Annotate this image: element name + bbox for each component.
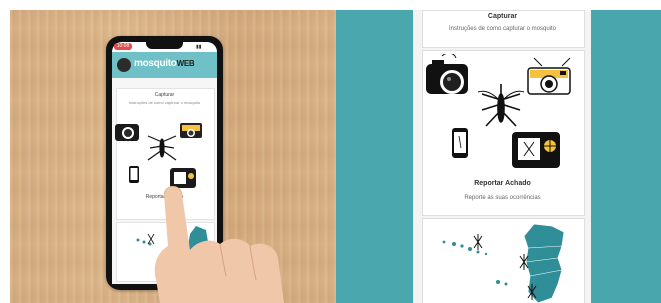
polaroid-camera-icon	[527, 57, 571, 95]
frame-border-top	[0, 0, 661, 10]
app-logo-text: mosquitoWEB	[134, 58, 195, 69]
finger-pointing	[154, 186, 284, 303]
capture-card-subtitle: Instruções de como capturar o mosquito	[448, 26, 557, 32]
smartphone-icon	[129, 166, 139, 183]
smartphone-icon	[452, 128, 468, 158]
frame-border-left	[0, 0, 10, 303]
camera-screen-icon	[512, 132, 560, 168]
portugal-map-icon	[523, 223, 565, 303]
mosquito-icon	[477, 84, 525, 127]
capture-card-title: Capturar	[487, 13, 518, 20]
video-frame: mosquitoWEB Capturar Instruções de como …	[0, 0, 661, 303]
polaroid-camera-icon	[180, 123, 202, 138]
report-illustration	[426, 54, 571, 168]
phone-capture-subtitle: Instruções de como capturar o mosquito	[128, 100, 201, 105]
report-card-title: Reportar Achado	[474, 180, 531, 187]
mosquito-icon	[147, 135, 177, 161]
phone-notch	[146, 42, 183, 49]
status-bar-time: 10:08	[114, 43, 132, 50]
island-dots	[442, 240, 508, 286]
report-card-subtitle: Reporte as suas ocorrências	[464, 195, 541, 201]
mosquito-logo-icon	[117, 58, 131, 72]
map-illustration	[442, 223, 565, 303]
status-bar-battery-icon: ▮▮	[196, 44, 202, 50]
phone-capture-title: Capturar	[154, 92, 175, 98]
camera-icon	[115, 124, 139, 141]
camera-icon	[426, 54, 468, 94]
